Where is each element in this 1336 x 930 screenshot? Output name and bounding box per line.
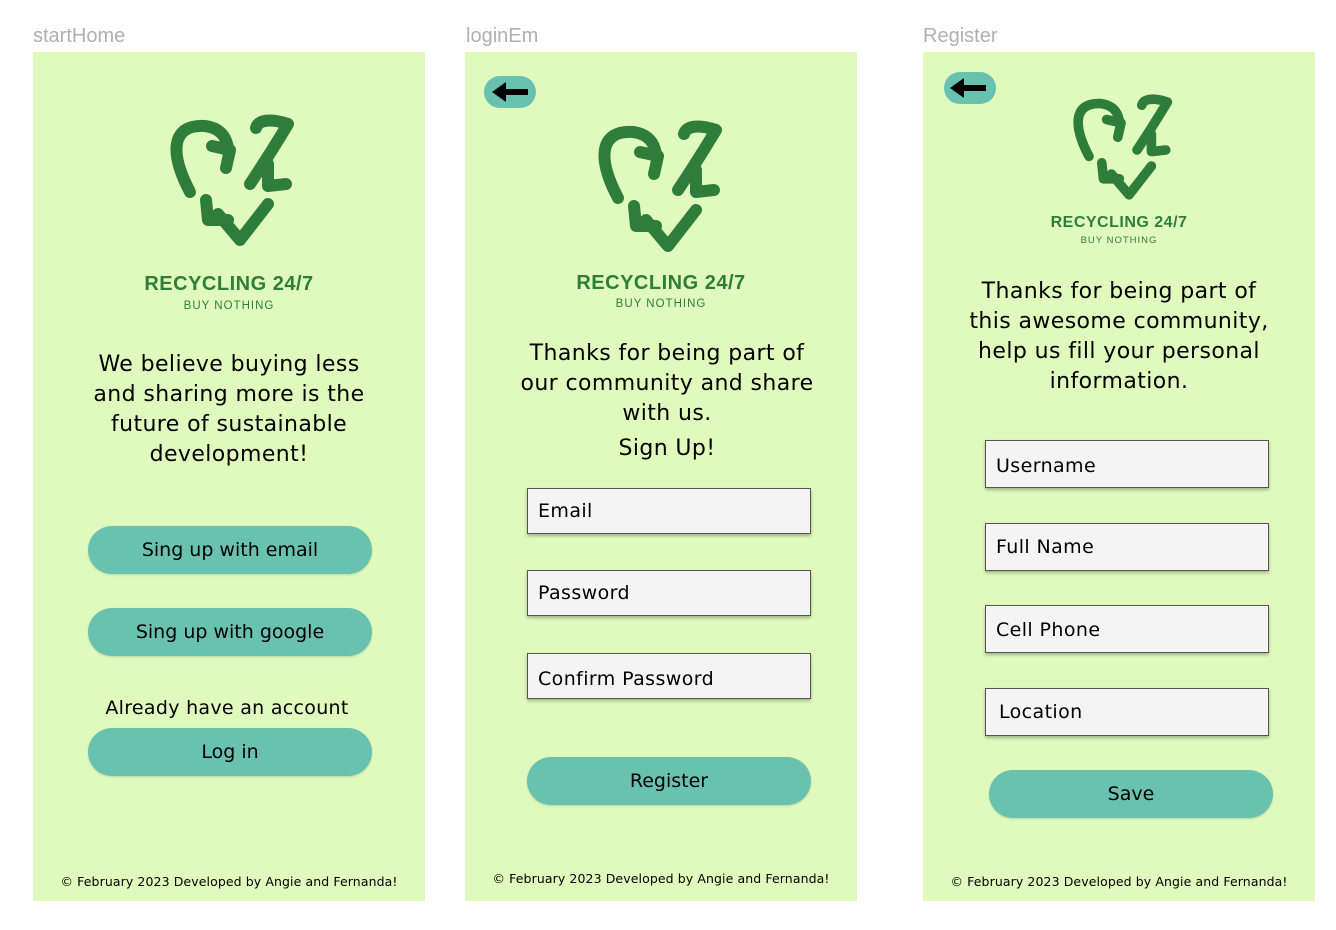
arrow-left-icon	[492, 82, 528, 102]
register-button[interactable]: Register	[527, 757, 811, 805]
intro-line: Thanks for being part of	[981, 279, 1257, 304]
intro-text: Thanks for being part of this awesome co…	[923, 277, 1315, 397]
brand-tagline: BUY NOTHING	[615, 298, 707, 310]
recycle-logo-icon	[1065, 94, 1185, 206]
login-em-screen: RECYCLING 24/7 BUY NOTHING Thanks for be…	[465, 52, 857, 901]
email-field[interactable]: Email	[527, 488, 811, 534]
brand-tagline: BUY NOTHING	[183, 300, 275, 312]
username-field[interactable]: Username	[985, 440, 1269, 488]
brand-name: RECYCLING 24/7	[1050, 214, 1188, 231]
account-prompt: Already have an account	[105, 697, 349, 719]
signup-heading: Sign Up!	[618, 436, 716, 461]
brand-name: RECYCLING 24/7	[144, 273, 314, 295]
intro-line: help us fill your personal	[978, 339, 1260, 364]
intro-text: We believe buying less and sharing more …	[33, 350, 425, 470]
intro-line: information.	[1049, 369, 1189, 394]
start-home-screen: RECYCLING 24/7 BUY NOTHING We believe bu…	[33, 52, 425, 901]
intro-line: our community and share	[520, 371, 814, 396]
intro-line: and sharing more is the	[93, 382, 365, 407]
footer-credit: © February 2023 Developed by Angie and F…	[950, 874, 1288, 889]
intro-line: future of sustainable	[110, 412, 348, 437]
intro-line: with us.	[622, 401, 712, 426]
intro-line: We believe buying less	[98, 352, 360, 377]
footer-credit: © February 2023 Developed by Angie and F…	[60, 874, 398, 889]
recycle-logo-icon	[160, 114, 310, 254]
footer-credit: © February 2023 Developed by Angie and F…	[492, 871, 830, 886]
intro-line: this awesome community,	[969, 309, 1269, 334]
password-field[interactable]: Password	[527, 570, 811, 616]
recycle-logo-icon	[588, 120, 738, 260]
intro-line: development!	[149, 442, 309, 467]
save-button[interactable]: Save	[989, 770, 1273, 818]
signup-google-button[interactable]: Sing up with google	[88, 608, 372, 656]
back-button[interactable]	[944, 72, 996, 104]
login-button[interactable]: Log in	[88, 728, 372, 776]
register-screen: RECYCLING 24/7 BUY NOTHING Thanks for be…	[923, 52, 1315, 901]
confirm-password-field[interactable]: Confirm Password	[527, 653, 811, 699]
brand-tagline: BUY NOTHING	[1080, 235, 1158, 246]
arrow-left-icon	[950, 78, 986, 98]
full-name-field[interactable]: Full Name	[985, 523, 1269, 571]
frame-label-register: Register	[923, 25, 998, 47]
intro-line: Thanks for being part of	[529, 341, 805, 366]
brand-name: RECYCLING 24/7	[576, 272, 746, 294]
intro-text: Thanks for being part of our community a…	[471, 339, 857, 429]
location-field[interactable]: Location	[985, 688, 1269, 736]
frame-label-login-em: loginEm	[466, 25, 539, 47]
back-button[interactable]	[484, 76, 536, 108]
frame-label-start-home: startHome	[33, 25, 126, 47]
cell-phone-field[interactable]: Cell Phone	[985, 605, 1269, 653]
signup-email-button[interactable]: Sing up with email	[88, 526, 372, 574]
